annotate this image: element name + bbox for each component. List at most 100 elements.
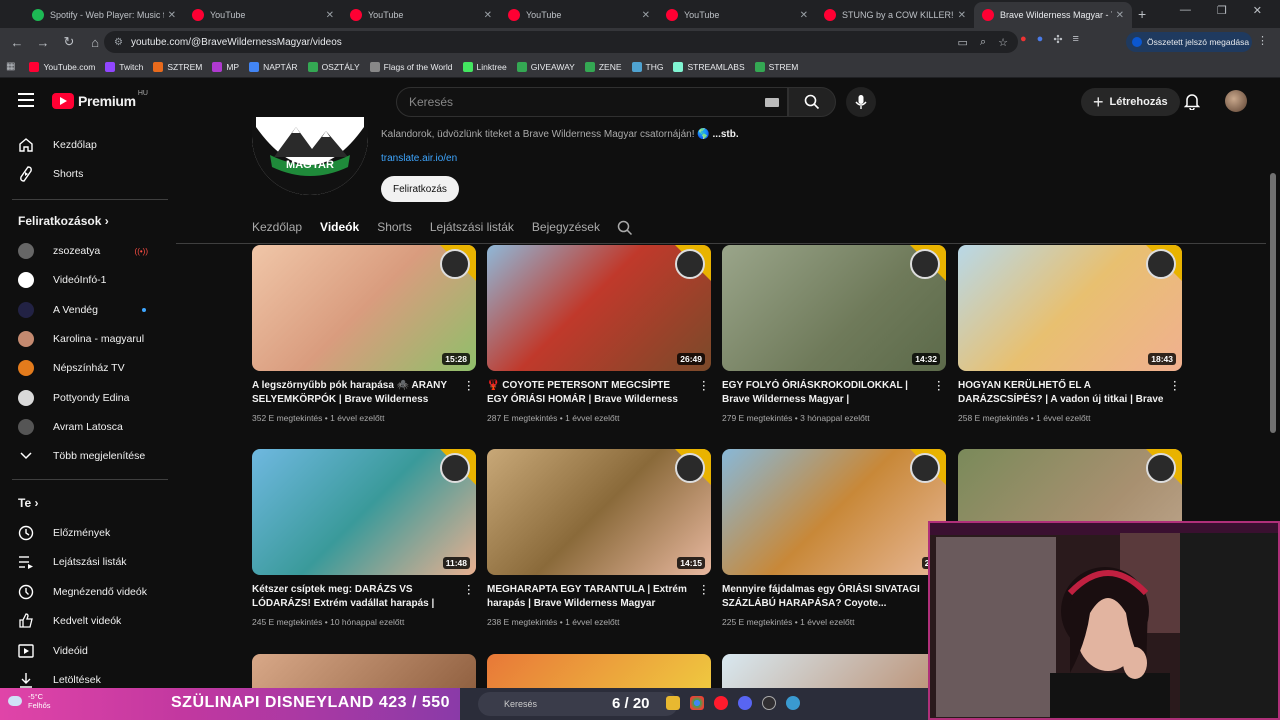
sidebar-item-your-videos[interactable]: Videóid [0,637,170,665]
back-icon[interactable]: ← [4,35,30,50]
bookmark-item[interactable]: GIVEAWAY [516,61,575,72]
new-tab-icon[interactable]: + [1138,6,1146,22]
sidebar-subscription[interactable]: A Vendég [0,296,170,324]
site-info-icon[interactable]: ⚙ [114,37,123,48]
tab-close-icon[interactable]: ✕ [958,10,966,21]
discord-icon[interactable] [738,696,752,710]
video-more-icon[interactable]: ··· [466,378,472,396]
bookmark-item[interactable]: THG [631,61,663,72]
page-scrollbar[interactable] [1270,173,1276,433]
weather-widget[interactable]: -5°C Felhős [8,692,51,710]
bookmark-item[interactable]: YouTube.com [29,61,95,72]
puzzle-icon[interactable]: ✣ [1053,33,1062,46]
bookmark-item[interactable]: Linktree [462,61,507,72]
sidebar-subscription[interactable]: Karolina - magyarul [0,325,170,353]
bookmark-item[interactable]: NAPTÁR [249,61,298,72]
bookmark-item[interactable]: STREM [754,61,798,72]
video-title[interactable]: 🦞 COYOTE PETERSONT MEGCSÍPTE EGY ÓRIÁSI … [487,379,693,407]
obs-icon[interactable] [762,696,776,710]
video-more-icon[interactable]: ··· [1172,378,1178,396]
tab-close-icon[interactable]: ✕ [326,10,334,21]
maximize-icon[interactable]: ❐ [1217,4,1227,17]
video-title[interactable]: A legszörnyűbb pók harapása 🕷️ ARANY SEL… [252,379,458,407]
voice-search-button[interactable] [846,87,876,117]
video-thumbnail[interactable]: 14:15 [487,449,711,575]
cast-icon[interactable]: ▭ [958,36,968,49]
media-icon[interactable]: ≡ [1073,33,1079,46]
video-title[interactable]: MEGHARAPTA EGY TARANTULA | Extrém harapá… [487,583,693,611]
sidebar-subscription[interactable]: VideóInfó-1 [0,266,170,294]
channel-link[interactable]: translate.air.io/en [381,153,457,164]
apps-grid-icon[interactable]: ▦ [6,61,15,72]
tab-close-icon[interactable]: ✕ [1116,10,1124,21]
video-title[interactable]: HOGYAN KERÜLHETŐ EL A DARÁZSCSÍPÉS? | A … [958,379,1164,407]
youtube-logo[interactable]: Premium HU [52,90,148,109]
app-icon[interactable] [786,696,800,710]
extension-icon[interactable]: ● [1020,33,1027,46]
subscribe-button[interactable]: Feliratkozás [381,176,459,202]
tab-videos[interactable]: Videók [320,220,359,234]
video-thumbnail[interactable]: 26:49 [487,245,711,371]
sidebar-show-more[interactable]: Több megjelenítése [0,442,170,470]
you-header[interactable]: Te › [18,496,38,510]
sidebar-subscription[interactable]: Népszínház TV [0,354,170,382]
menu-icon[interactable] [18,93,34,107]
browser-tab[interactable]: YouTube ✕ [184,2,342,28]
browser-tab[interactable]: Spotify - Web Player: Music for ✕ [24,2,184,28]
channel-search-icon[interactable] [617,220,633,241]
close-window-icon[interactable]: ✕ [1253,4,1262,17]
video-more-icon[interactable]: ··· [466,582,472,600]
reload-icon[interactable]: ↻ [56,34,82,50]
bookmark-item[interactable]: Twitch [105,61,143,72]
zoom-icon[interactable]: ⌕ [980,36,986,49]
search-button[interactable] [788,87,836,117]
video-thumbnail[interactable]: 11:48 [252,449,476,575]
video-thumbnail[interactable]: 14:32 [722,245,946,371]
bookmark-star-icon[interactable]: ☆ [998,36,1008,49]
minimize-icon[interactable]: — [1180,4,1191,17]
sidebar-item-home[interactable]: Kezdőlap [0,131,170,159]
extension-icon[interactable]: ● [1037,33,1044,46]
tab-close-icon[interactable]: ✕ [642,10,650,21]
folder-icon[interactable] [666,696,680,710]
bookmark-item[interactable]: Flags of the World [369,61,453,72]
keyboard-icon[interactable] [765,97,779,107]
tab-close-icon[interactable]: ✕ [168,10,176,21]
tab-home[interactable]: Kezdőlap [252,220,302,234]
search-input[interactable]: Keresés [396,87,788,117]
chrome-icon[interactable] [690,696,704,710]
video-title[interactable]: Mennyire fájdalmas egy ÓRIÁSI SIVATAGI S… [722,583,928,611]
password-prompt-button[interactable]: Összetett jelszó megadása [1126,32,1252,52]
tab-shorts[interactable]: Shorts [377,220,412,234]
channel-avatar[interactable]: MAGYAR [252,117,368,195]
forward-icon[interactable]: → [30,35,56,50]
bookmark-item[interactable]: OSZTÁLY [307,61,360,72]
tab-playlists[interactable]: Lejátszási listák [430,220,514,234]
bookmark-item[interactable]: ZENE [584,61,622,72]
sidebar-item-playlists[interactable]: Lejátszási listák [0,548,170,576]
url-field[interactable]: ⚙ youtube.com/@BraveWildernessMagyar/vid… [104,31,1018,53]
bookmark-item[interactable]: SZTREM [153,61,202,72]
browser-tab[interactable]: YouTube ✕ [342,2,500,28]
description-more[interactable]: ...stb. [713,129,739,140]
tab-posts[interactable]: Bejegyzések [532,220,600,234]
browser-menu-icon[interactable]: ⋮ [1257,34,1268,47]
create-button[interactable]: + Létrehozás [1081,88,1180,116]
video-more-icon[interactable]: ··· [701,378,707,396]
tab-close-icon[interactable]: ✕ [800,10,808,21]
video-more-icon[interactable]: ··· [936,378,942,396]
sidebar-item-shorts[interactable]: Shorts [0,160,170,188]
sidebar-subscription[interactable]: Avram Latosca [0,413,170,441]
browser-tab[interactable]: Brave Wilderness Magyar - You ✕ [974,2,1132,28]
account-avatar[interactable] [1225,90,1247,112]
sidebar-subscription[interactable]: Pottyondy Edina [0,384,170,412]
channel-description[interactable]: Kalandorok, üdvözlünk titeket a Brave Wi… [381,129,739,140]
video-thumbnail[interactable]: 15:28 [252,245,476,371]
browser-tab[interactable]: YouTube ✕ [658,2,816,28]
subscriptions-header[interactable]: Feliratkozások › [18,214,109,228]
bookmark-item[interactable]: STREAMLABS [673,61,745,72]
browser-tab[interactable]: STUNG by a COW KILLER! - You ✕ [816,2,974,28]
video-thumbnail[interactable]: 27: [722,449,946,575]
video-title[interactable]: Kétszer csíptek meg: DARÁZS VS LÓDARÁZS!… [252,583,458,611]
video-thumbnail[interactable]: 18:43 [958,245,1182,371]
